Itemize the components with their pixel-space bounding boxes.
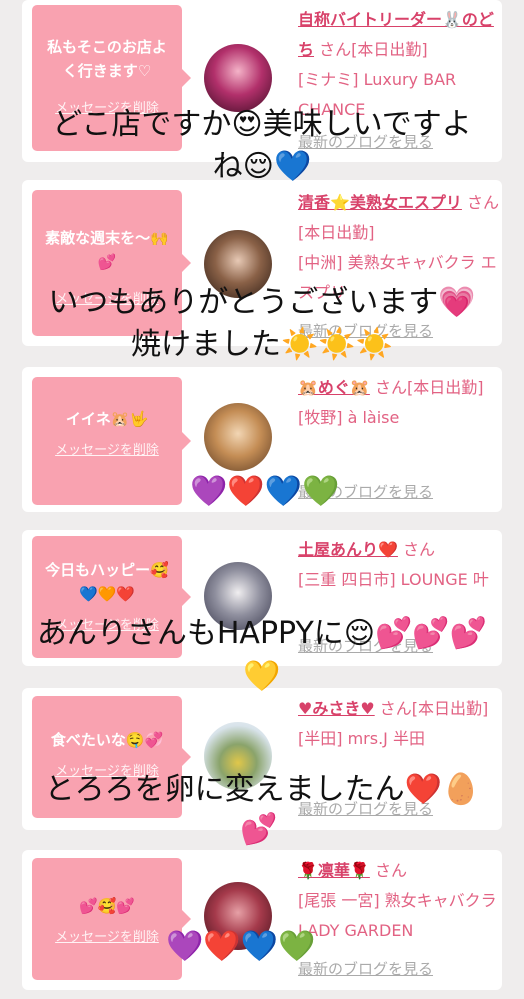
cast-name-link[interactable]: ♥みさき♥	[298, 699, 375, 718]
message-card: 💕🥰💕 メッセージを削除 🌹凛華🌹 さん [尾張 一宮] 熟女キャバクラ LAD…	[22, 850, 502, 990]
overlay-caption: 焼けました☀️☀️☀️	[130, 327, 394, 362]
shop-name: [尾張 一宮] 熟女キャバクラ LADY GARDEN	[298, 891, 497, 940]
overlay-caption: 💕	[240, 812, 278, 847]
cast-info: 🌹凛華🌹 さん [尾張 一宮] 熟女キャバクラ LADY GARDEN 最新のブ…	[298, 856, 503, 978]
overlay-caption: どこ店ですか😍美味しいですよ	[52, 107, 472, 142]
avatar[interactable]	[204, 403, 272, 471]
overlay-caption: とろろを卵に変えましたん❤️🥚	[44, 772, 480, 807]
message-text: 食べたいな🤤💞	[50, 731, 164, 749]
latest-blog-link[interactable]: 最新のブログを見る	[298, 954, 433, 984]
hearts-overlay: 💜❤️💙💚	[166, 929, 316, 964]
overlay-caption: いつもありがとうございます💗	[48, 285, 476, 320]
cast-name-link[interactable]: 🐹めぐ🐹	[298, 378, 370, 397]
message-text: イイネ🐹🤟	[65, 410, 149, 428]
delete-message-link[interactable]: メッセージを削除	[32, 926, 182, 945]
cast-name-link[interactable]: 土屋あんり❤️	[298, 540, 398, 559]
overlay-caption: ね😌💙	[212, 149, 312, 184]
avatar[interactable]	[204, 44, 272, 112]
cast-name-link[interactable]: 清香⭐美熟女エスプリ	[298, 193, 462, 212]
delete-message-link[interactable]: メッセージを削除	[32, 439, 182, 458]
cast-status: さん[本日出勤]	[319, 40, 428, 59]
overlay-caption: 💛	[243, 659, 281, 694]
cast-status: さん	[403, 540, 436, 559]
cast-status: さん	[374, 861, 407, 880]
message-text: 私もそこのお店よく行きます♡	[47, 38, 167, 80]
shop-name: [三重 四日市] LOUNGE 叶	[298, 570, 489, 589]
overlay-caption: あんりさんもHAPPYに😌💕💕💕	[36, 616, 488, 651]
hearts-overlay: 💜❤️💙💚	[190, 474, 340, 509]
cast-name-link[interactable]: 🌹凛華🌹	[298, 861, 370, 880]
cast-status: さん[本日出勤]	[374, 378, 484, 397]
message-bubble: イイネ🐹🤟 メッセージを削除	[32, 377, 191, 505]
message-text: 素敵な週末を〜🙌💕	[45, 229, 169, 271]
cast-info: 土屋あんり❤️ さん [三重 四日市] LOUNGE 叶 最新のブログを見る	[298, 535, 503, 655]
message-text: 💕🥰💕	[78, 897, 136, 915]
shop-name: [半田] mrs.J 半田	[298, 729, 425, 748]
shop-name: [牧野] à làise	[298, 408, 400, 427]
message-bubble: 💕🥰💕 メッセージを削除	[32, 858, 191, 980]
message-text: 今日もハッピー🥰💙🧡❤️	[45, 561, 169, 603]
cast-status: さん[本日出勤]	[379, 699, 489, 718]
cast-info: 🐹めぐ🐹 さん[本日出勤] [牧野] à làise 最新のブログを見る	[298, 373, 503, 501]
cast-info: ♥みさき♥ さん[本日出勤] [半田] mrs.J 半田 最新のブログを見る	[298, 694, 503, 818]
